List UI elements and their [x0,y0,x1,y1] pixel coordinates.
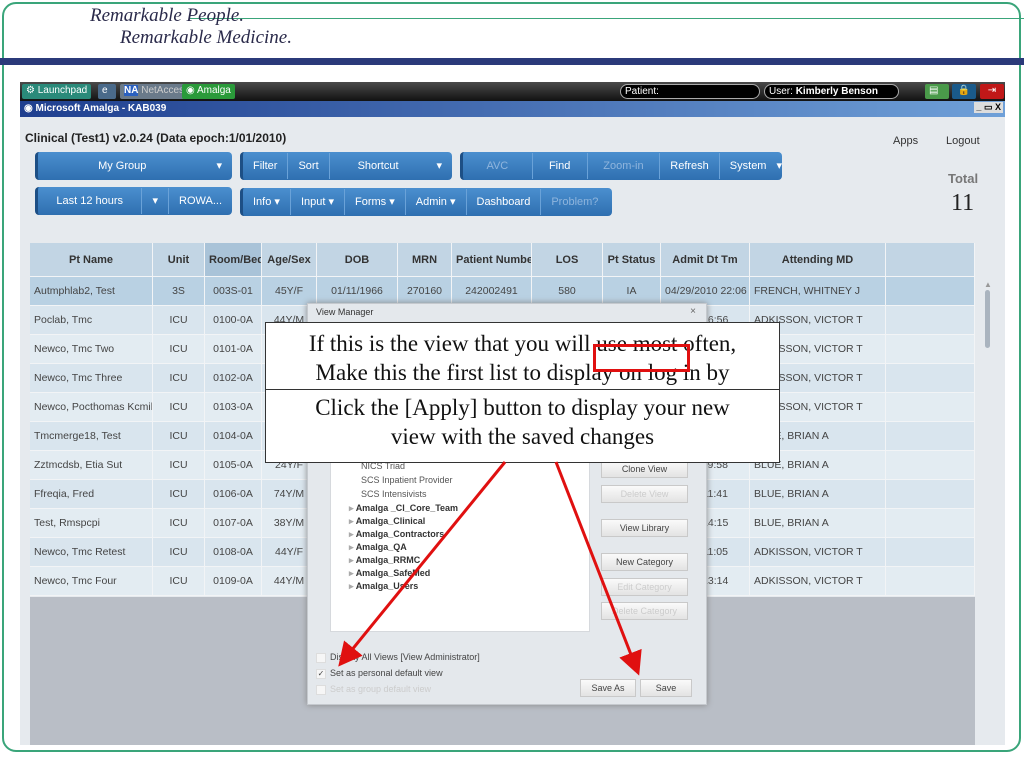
arrow-to-checkbox [338,461,507,667]
arrow-to-save [554,461,642,676]
annotation-arrows [338,461,642,676]
